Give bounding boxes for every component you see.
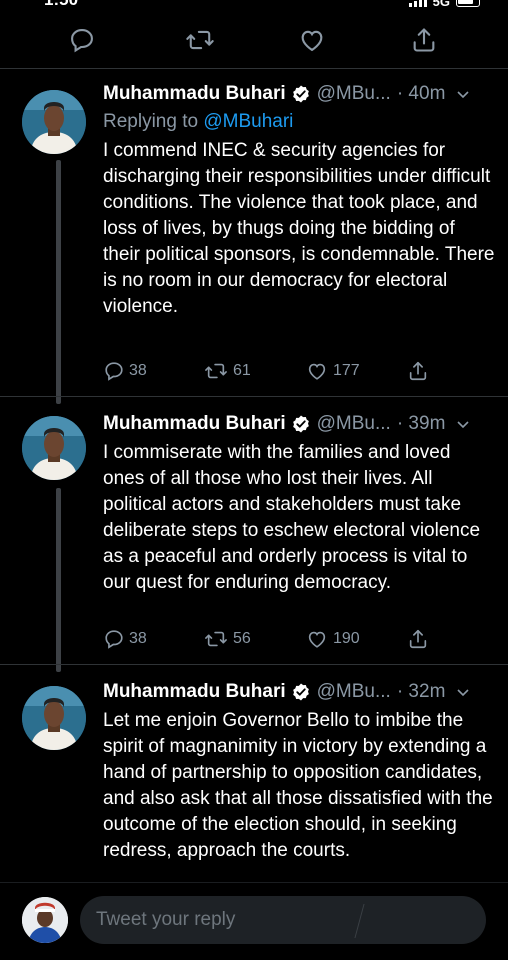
- verified-badge-icon: [291, 682, 311, 702]
- user-avatar[interactable]: [22, 897, 68, 943]
- verified-badge-icon: [291, 84, 311, 104]
- tweet-body: Muhammadu Buhari @MBu... · 40m Replying …: [103, 80, 495, 320]
- chevron-down-icon[interactable]: [455, 416, 471, 432]
- retweet-icon: [205, 631, 227, 647]
- replying-to-handle[interactable]: @MBuhari: [203, 111, 293, 132]
- signal-icon: [408, 0, 427, 7]
- like-icon: [308, 631, 326, 648]
- reply-composer: Tweet your reply: [0, 882, 508, 960]
- reply-button[interactable]: 38: [103, 360, 147, 382]
- author-name[interactable]: Muhammadu Buhari: [103, 83, 286, 105]
- status-bar: 1:50 5G: [0, 0, 508, 14]
- battery-icon: [456, 0, 480, 7]
- retweet-count: 56: [233, 630, 251, 647]
- like-count: 177: [333, 362, 360, 379]
- retweet-icon[interactable]: [184, 24, 216, 56]
- share-icon: [409, 361, 427, 381]
- author-handle[interactable]: @MBu...: [317, 681, 391, 703]
- tweet-body: Muhammadu Buhari @MBu... · 39m I commise…: [103, 410, 495, 596]
- tweet-header: Muhammadu Buhari @MBu... · 32m: [103, 678, 495, 706]
- divider: [0, 664, 508, 665]
- share-button[interactable]: [407, 360, 429, 382]
- reply-button[interactable]: 38: [103, 628, 147, 650]
- retweet-icon: [205, 363, 227, 379]
- avatar[interactable]: [22, 90, 86, 154]
- tweet-actions: 38 61 177: [103, 360, 443, 388]
- like-count: 190: [333, 630, 360, 647]
- reply-count: 38: [129, 630, 147, 647]
- verified-badge-icon: [291, 414, 311, 434]
- tweet-timestamp: · 39m: [396, 413, 446, 434]
- replying-to-label: Replying to: [103, 111, 204, 132]
- tweet-header: Muhammadu Buhari @MBu... · 39m: [103, 410, 495, 438]
- tweet-timestamp: · 32m: [396, 681, 446, 702]
- share-icon[interactable]: [408, 24, 440, 56]
- retweet-count: 61: [233, 362, 251, 379]
- tweet-header: Muhammadu Buhari @MBu... · 40m: [103, 80, 495, 108]
- tweet-text: I commend INEC & security agencies for d…: [103, 140, 495, 317]
- tweet-actions: 38 56 190: [103, 628, 443, 656]
- reply-placeholder: Tweet your reply: [96, 909, 236, 930]
- tweet-body: Muhammadu Buhari @MBu... · 32m Let me en…: [103, 678, 495, 864]
- share-icon: [409, 629, 427, 649]
- like-icon: [308, 363, 326, 380]
- author-name[interactable]: Muhammadu Buhari: [103, 681, 286, 703]
- thread-line: [56, 488, 61, 672]
- replying-to: Replying to @MBuhari: [103, 108, 495, 136]
- chevron-down-icon[interactable]: [455, 684, 471, 700]
- share-button[interactable]: [407, 628, 429, 650]
- previous-tweet-actions: [0, 24, 508, 58]
- reply-input[interactable]: Tweet your reply: [80, 896, 486, 944]
- status-time: 1:50: [44, 0, 78, 10]
- chevron-down-icon[interactable]: [455, 86, 471, 102]
- avatar[interactable]: [22, 686, 86, 750]
- divider: [0, 396, 508, 397]
- like-icon[interactable]: [296, 24, 328, 56]
- like-button[interactable]: 190: [305, 628, 360, 650]
- retweet-button[interactable]: 61: [203, 360, 251, 382]
- retweet-button[interactable]: 56: [203, 628, 251, 650]
- status-indicators: 5G: [408, 0, 480, 9]
- author-handle[interactable]: @MBu...: [317, 413, 391, 435]
- reply-icon: [105, 362, 123, 381]
- author-handle[interactable]: @MBu...: [317, 83, 391, 105]
- like-button[interactable]: 177: [305, 360, 360, 382]
- avatar[interactable]: [22, 416, 86, 480]
- divider: [0, 68, 508, 69]
- tweet-timestamp: · 40m: [396, 83, 446, 104]
- author-name[interactable]: Muhammadu Buhari: [103, 413, 286, 435]
- input-divider: [354, 904, 365, 938]
- tweet-text: I commiserate with the families and love…: [103, 442, 481, 593]
- tweet-text: Let me enjoin Governor Bello to imbibe t…: [103, 710, 493, 861]
- network-label: 5G: [432, 0, 450, 9]
- reply-icon: [105, 630, 123, 649]
- thread-line: [56, 160, 61, 404]
- reply-icon[interactable]: [66, 24, 98, 56]
- reply-count: 38: [129, 362, 147, 379]
